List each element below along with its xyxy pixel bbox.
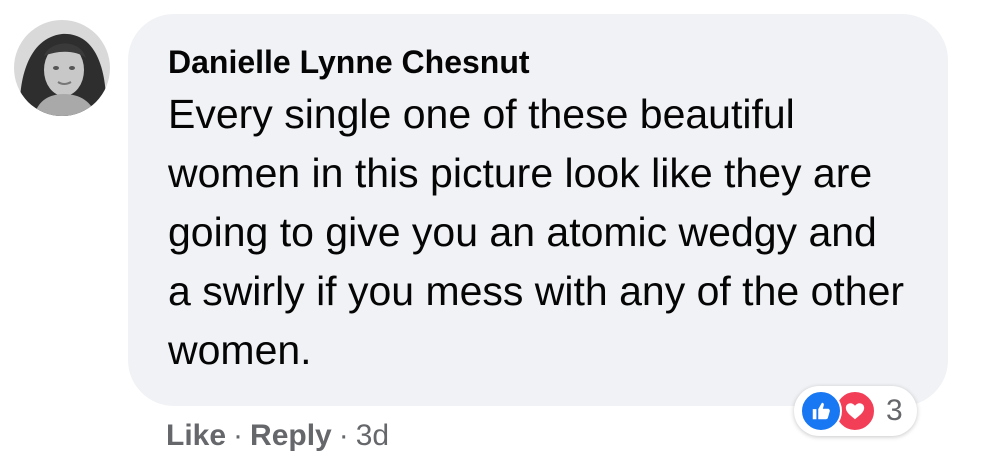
comment-actions: Like · Reply · 3d: [166, 414, 389, 458]
avatar[interactable]: [14, 20, 110, 116]
comment-bubble: Danielle Lynne Chesnut Every single one …: [128, 14, 948, 406]
separator: ·: [233, 419, 244, 452]
profile-photo-icon: [14, 20, 110, 116]
reply-button[interactable]: Reply: [250, 419, 332, 452]
reaction-count: 3: [886, 394, 903, 427]
reactions-summary[interactable]: 3: [794, 386, 917, 436]
comment-text: Every single one of these beautiful wome…: [168, 91, 905, 373]
comment-author[interactable]: Danielle Lynne Chesnut: [168, 40, 908, 84]
like-button[interactable]: Like: [166, 419, 226, 452]
like-icon: [800, 390, 842, 432]
timestamp[interactable]: 3d: [356, 419, 389, 452]
separator: ·: [338, 419, 349, 452]
